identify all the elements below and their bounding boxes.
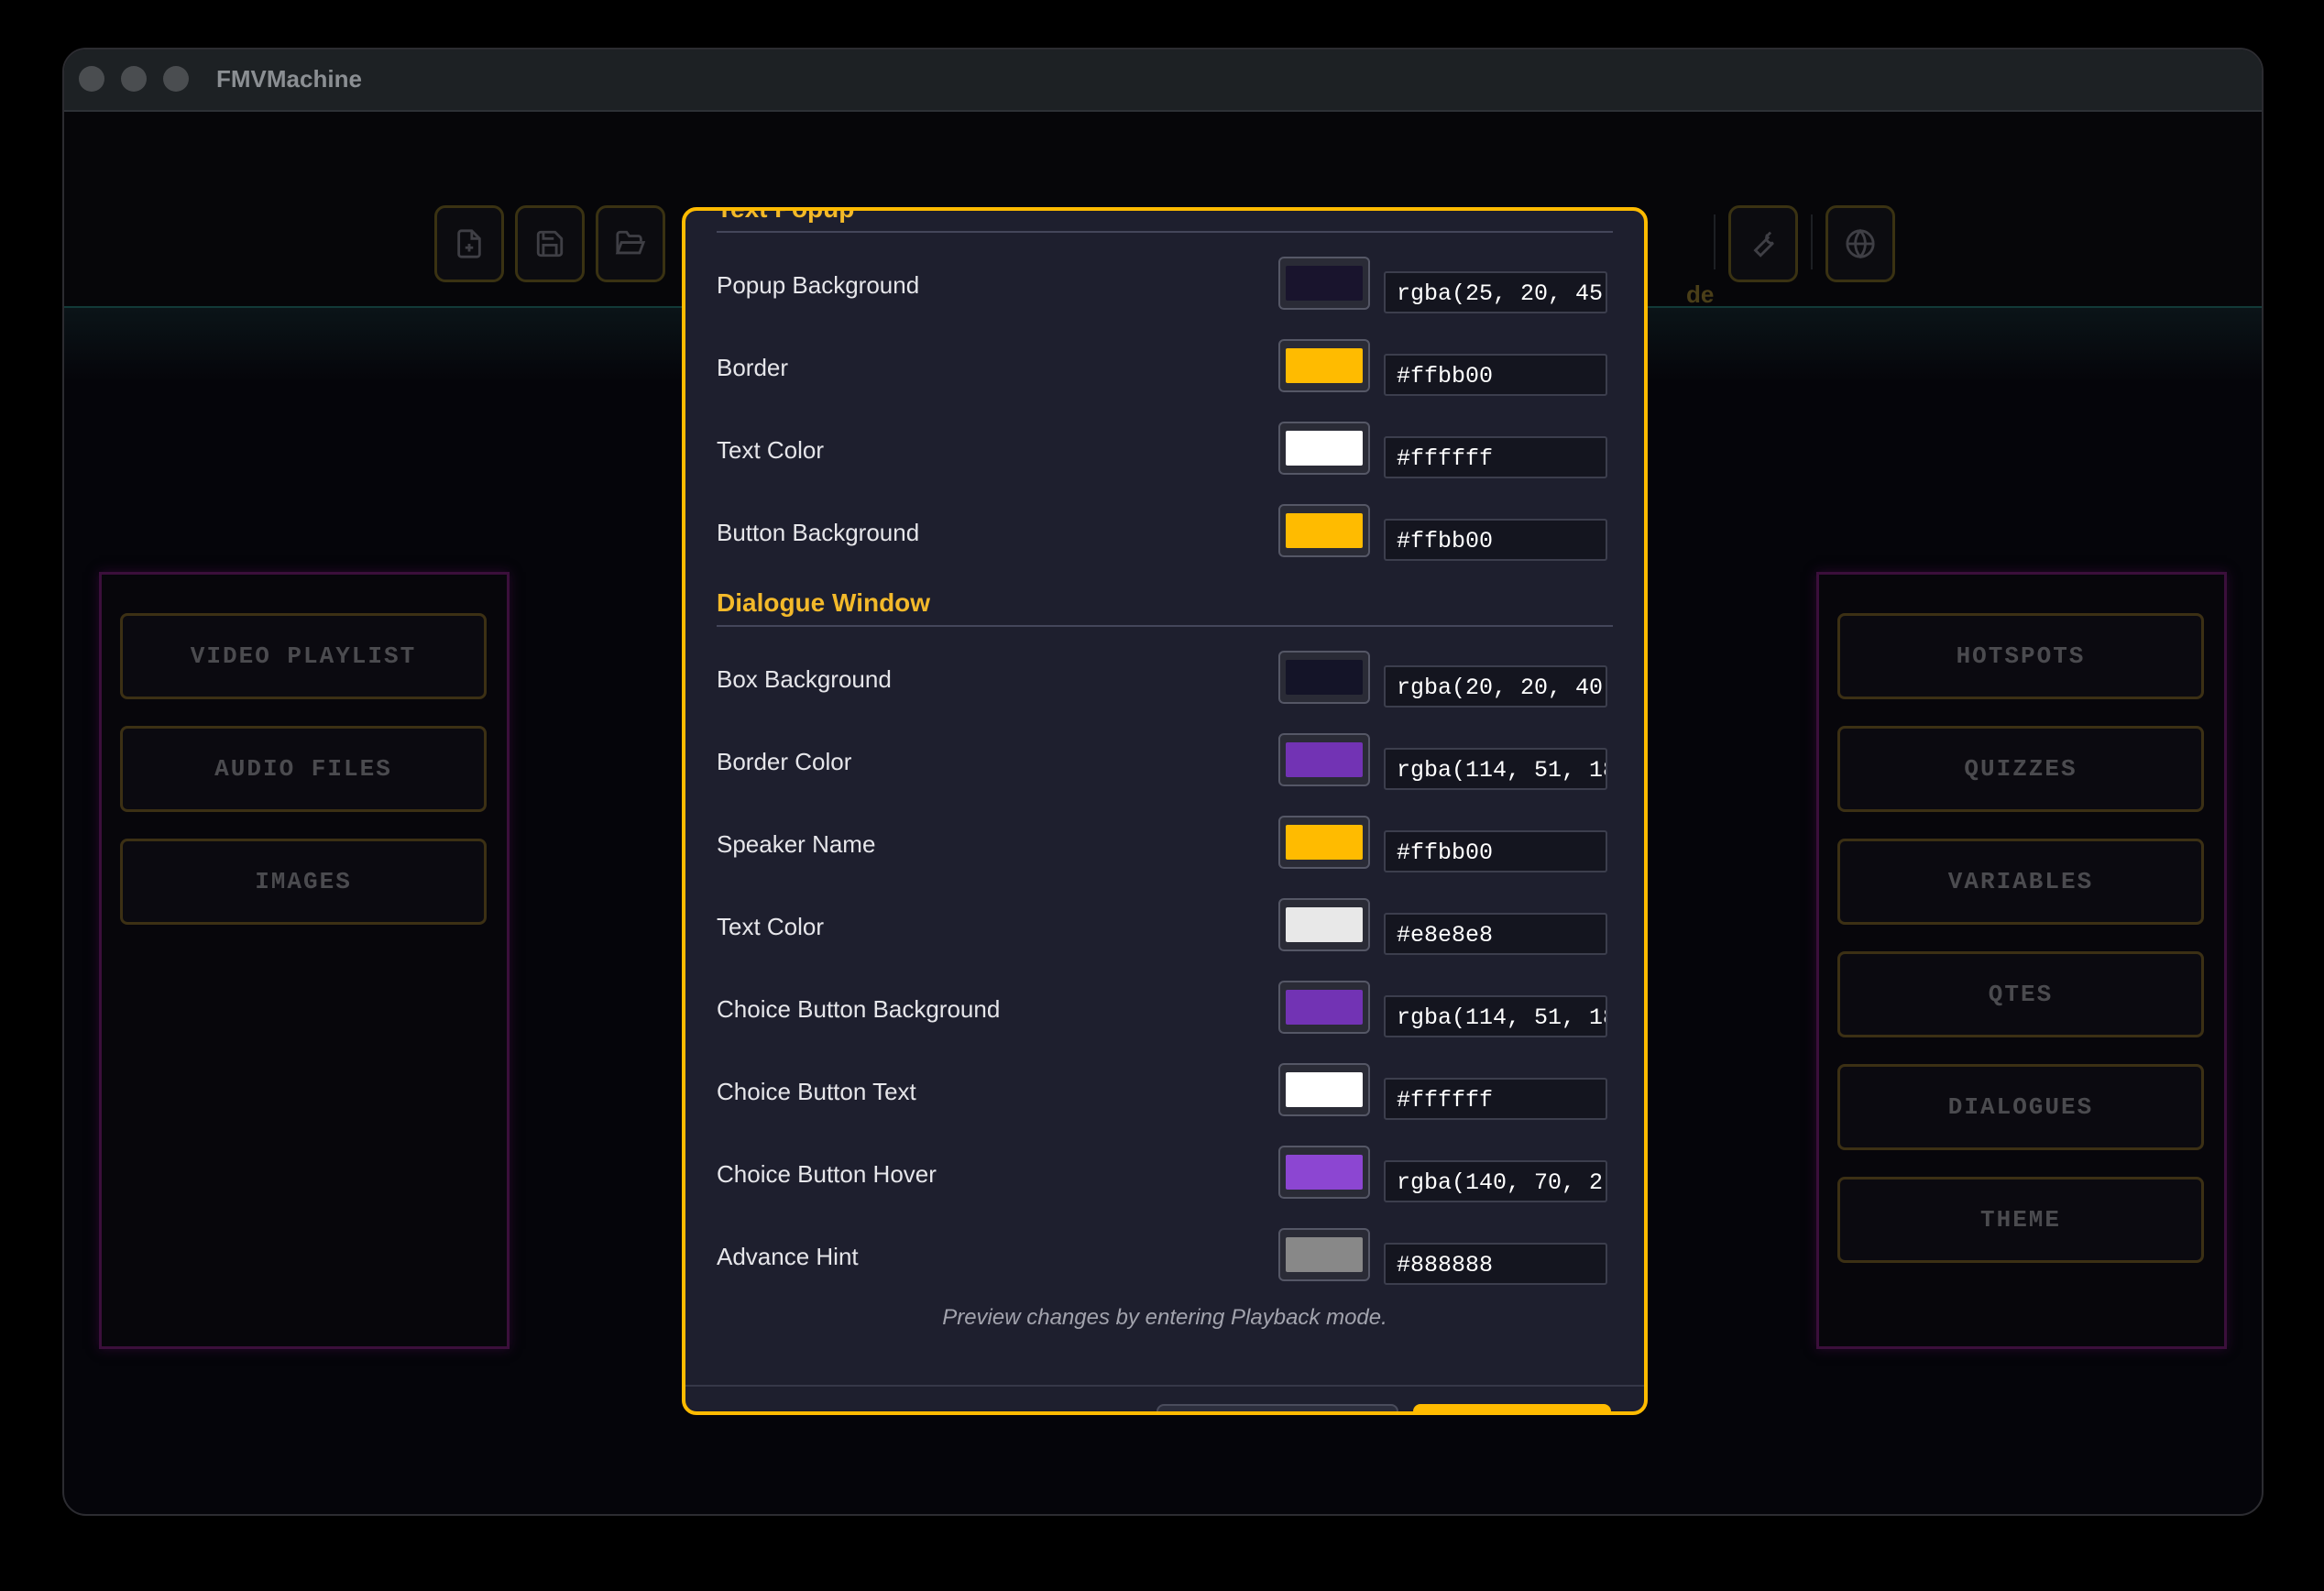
hotspots-button[interactable]: HOTSPOTS xyxy=(1837,613,2204,699)
color-swatch xyxy=(1286,431,1363,466)
border-label: Border xyxy=(717,354,789,381)
text-color-label: Text Color xyxy=(717,436,825,464)
color-swatch xyxy=(1286,1072,1363,1107)
open-project-button[interactable] xyxy=(596,205,665,282)
border-color-picker[interactable] xyxy=(1278,733,1370,786)
box-background-label: Box Background xyxy=(717,665,892,693)
advance-hint-color-picker[interactable] xyxy=(1278,1228,1370,1281)
theme-button[interactable]: THEME xyxy=(1837,1177,2204,1263)
language-button[interactable] xyxy=(1825,205,1895,282)
border-color-value-input[interactable]: rgba(114, 51, 18 xyxy=(1384,748,1607,790)
button-background-color-picker[interactable] xyxy=(1278,504,1370,557)
border-color-label: Border Color xyxy=(717,748,852,775)
window-title: FMVMachine xyxy=(216,65,362,93)
left-asset-panel: VIDEO PLAYLIST AUDIO FILES IMAGES xyxy=(99,572,510,1349)
section-title-dialogue-window: Dialogue Window xyxy=(717,588,931,617)
reset-button[interactable] xyxy=(1157,1404,1398,1411)
dialogue-text-color-value-input[interactable]: #e8e8e8 xyxy=(1384,913,1607,955)
advance-hint-value-input[interactable]: #888888 xyxy=(1384,1243,1607,1285)
choice-button-hover-label: Choice Button Hover xyxy=(717,1160,937,1188)
dialog-footer-divider xyxy=(685,1385,1644,1387)
button-background-value-input[interactable]: #ffbb00 xyxy=(1384,519,1607,561)
dialogue-text-color-label: Text Color xyxy=(717,913,825,940)
save-icon xyxy=(536,230,564,258)
color-swatch xyxy=(1286,660,1363,695)
dialogue-text-color-picker[interactable] xyxy=(1278,898,1370,951)
folder-open-icon xyxy=(615,230,646,255)
color-swatch xyxy=(1286,1155,1363,1190)
section-divider xyxy=(717,231,1613,233)
variables-button[interactable]: VARIABLES xyxy=(1837,839,2204,925)
zoom-window-button[interactable] xyxy=(163,66,189,92)
qtes-button[interactable]: QTES xyxy=(1837,951,2204,1037)
choice-button-text-color-picker[interactable] xyxy=(1278,1063,1370,1116)
right-feature-panel: HOTSPOTS QUIZZES VARIABLES QTES DIALOGUE… xyxy=(1816,572,2227,1349)
preview-hint-text: Preview changes by entering Playback mod… xyxy=(942,1305,1387,1330)
text-color-value-input[interactable]: #ffffff xyxy=(1384,436,1607,478)
advance-hint-label: Advance Hint xyxy=(717,1243,859,1270)
popup-background-value-input[interactable]: rgba(25, 20, 45 xyxy=(1384,271,1607,313)
choice-button-text-label: Choice Button Text xyxy=(717,1078,916,1105)
color-swatch xyxy=(1286,742,1363,777)
choice-button-background-label: Choice Button Background xyxy=(717,995,1001,1023)
file-plus-icon xyxy=(457,229,481,258)
theme-settings-scroll-area[interactable]: Text Popup Popup Background rgba(25, 20,… xyxy=(685,211,1644,1384)
color-swatch xyxy=(1286,1237,1363,1272)
title-bar: FMVMachine xyxy=(64,49,2262,112)
border-color-picker[interactable] xyxy=(1278,339,1370,392)
video-playlist-button[interactable]: VIDEO PLAYLIST xyxy=(120,613,487,699)
button-background-label: Button Background xyxy=(717,519,920,546)
mode-toggle-label[interactable]: de xyxy=(1686,280,1714,309)
images-button[interactable]: IMAGES xyxy=(120,839,487,925)
theme-settings-dialog: Text Popup Popup Background rgba(25, 20,… xyxy=(682,207,1648,1415)
color-swatch xyxy=(1286,513,1363,548)
popup-background-color-picker[interactable] xyxy=(1278,257,1370,310)
toolbar-divider xyxy=(1714,214,1716,269)
close-window-button[interactable] xyxy=(79,66,104,92)
globe-icon xyxy=(1846,228,1875,259)
speaker-name-value-input[interactable]: #ffbb00 xyxy=(1384,830,1607,872)
border-value-input[interactable]: #ffbb00 xyxy=(1384,354,1607,396)
save-project-button[interactable] xyxy=(515,205,585,282)
section-divider xyxy=(717,625,1613,627)
toolbar-divider xyxy=(1811,214,1813,269)
box-background-value-input[interactable]: rgba(20, 20, 40 xyxy=(1384,665,1607,708)
color-swatch xyxy=(1286,825,1363,860)
color-swatch xyxy=(1286,348,1363,383)
dialogues-button[interactable]: DIALOGUES xyxy=(1837,1064,2204,1150)
speaker-name-label: Speaker Name xyxy=(717,830,876,858)
popup-background-label: Popup Background xyxy=(717,271,920,299)
quizzes-button[interactable]: QUIZZES xyxy=(1837,726,2204,812)
choice-button-background-value-input[interactable]: rgba(114, 51, 18 xyxy=(1384,995,1607,1037)
choice-button-text-value-input[interactable]: #ffffff xyxy=(1384,1078,1607,1120)
choice-button-hover-value-input[interactable]: rgba(140, 70, 2 xyxy=(1384,1160,1607,1202)
tools-button[interactable] xyxy=(1728,205,1798,282)
save-theme-button[interactable] xyxy=(1413,1404,1611,1411)
color-swatch xyxy=(1286,990,1363,1025)
color-swatch xyxy=(1286,907,1363,942)
wrench-icon xyxy=(1753,231,1774,258)
speaker-name-color-picker[interactable] xyxy=(1278,816,1370,869)
new-project-button[interactable] xyxy=(434,205,504,282)
audio-files-button[interactable]: AUDIO FILES xyxy=(120,726,487,812)
color-swatch xyxy=(1286,266,1363,301)
section-title-text-popup: Text Popup xyxy=(717,211,854,224)
minimize-window-button[interactable] xyxy=(121,66,147,92)
box-background-color-picker[interactable] xyxy=(1278,651,1370,704)
choice-button-hover-color-picker[interactable] xyxy=(1278,1146,1370,1199)
choice-button-background-color-picker[interactable] xyxy=(1278,981,1370,1034)
text-color-picker[interactable] xyxy=(1278,422,1370,475)
